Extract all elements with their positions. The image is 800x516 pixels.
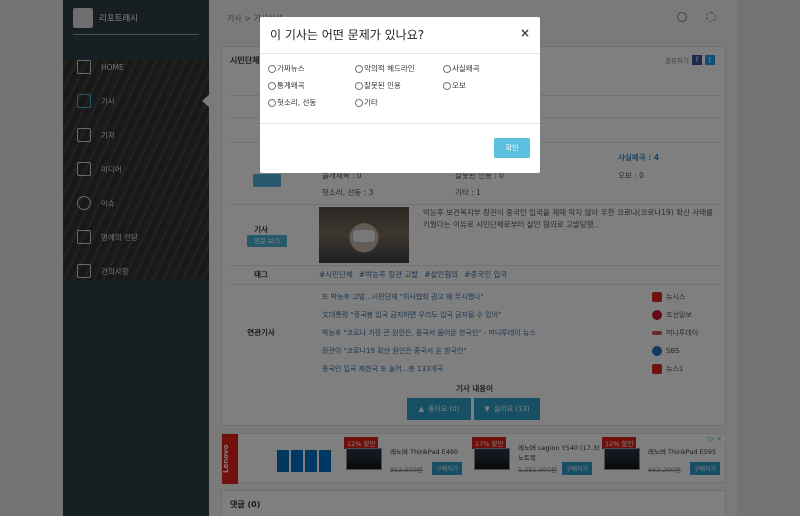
radio-button[interactable]: [355, 81, 363, 90]
option-label: 오보: [452, 81, 466, 90]
radio-button[interactable]: [268, 64, 276, 73]
option-label: 잘못된 인용: [364, 81, 401, 90]
radio-button[interactable]: [268, 98, 276, 107]
divider: [260, 53, 540, 54]
option-nonsense-agitation[interactable]: 헛소리, 선동: [268, 97, 316, 108]
radio-button[interactable]: [355, 64, 363, 73]
report-modal: 이 기사는 어떤 문제가 있나요? × 가짜뉴스 악의적 헤드라인 사실왜곡 통…: [260, 17, 540, 173]
option-other[interactable]: 기타: [355, 97, 378, 108]
confirm-button[interactable]: 확인: [494, 138, 530, 158]
radio-button[interactable]: [268, 81, 276, 90]
radio-button[interactable]: [443, 64, 451, 73]
divider: [260, 123, 540, 124]
option-fact-distortion[interactable]: 사실왜곡: [443, 63, 480, 74]
option-statistics-distortion[interactable]: 통계왜곡: [268, 80, 305, 91]
option-label: 통계왜곡: [277, 81, 305, 90]
modal-title: 이 기사는 어떤 문제가 있나요?: [270, 28, 425, 42]
radio-button[interactable]: [443, 81, 451, 90]
option-fake-news[interactable]: 가짜뉴스: [268, 63, 305, 74]
option-misquote[interactable]: 잘못된 인용: [355, 80, 401, 91]
close-icon[interactable]: ×: [520, 26, 530, 40]
radio-button[interactable]: [355, 98, 363, 107]
option-malicious-headline[interactable]: 악의적 헤드라인: [355, 63, 415, 74]
option-label: 헛소리, 선동: [277, 98, 317, 107]
option-label: 사실왜곡: [452, 64, 480, 73]
option-misreport[interactable]: 오보: [443, 80, 466, 91]
option-label: 기타: [364, 98, 378, 107]
option-label: 악의적 헤드라인: [364, 64, 415, 73]
option-label: 가짜뉴스: [277, 64, 305, 73]
